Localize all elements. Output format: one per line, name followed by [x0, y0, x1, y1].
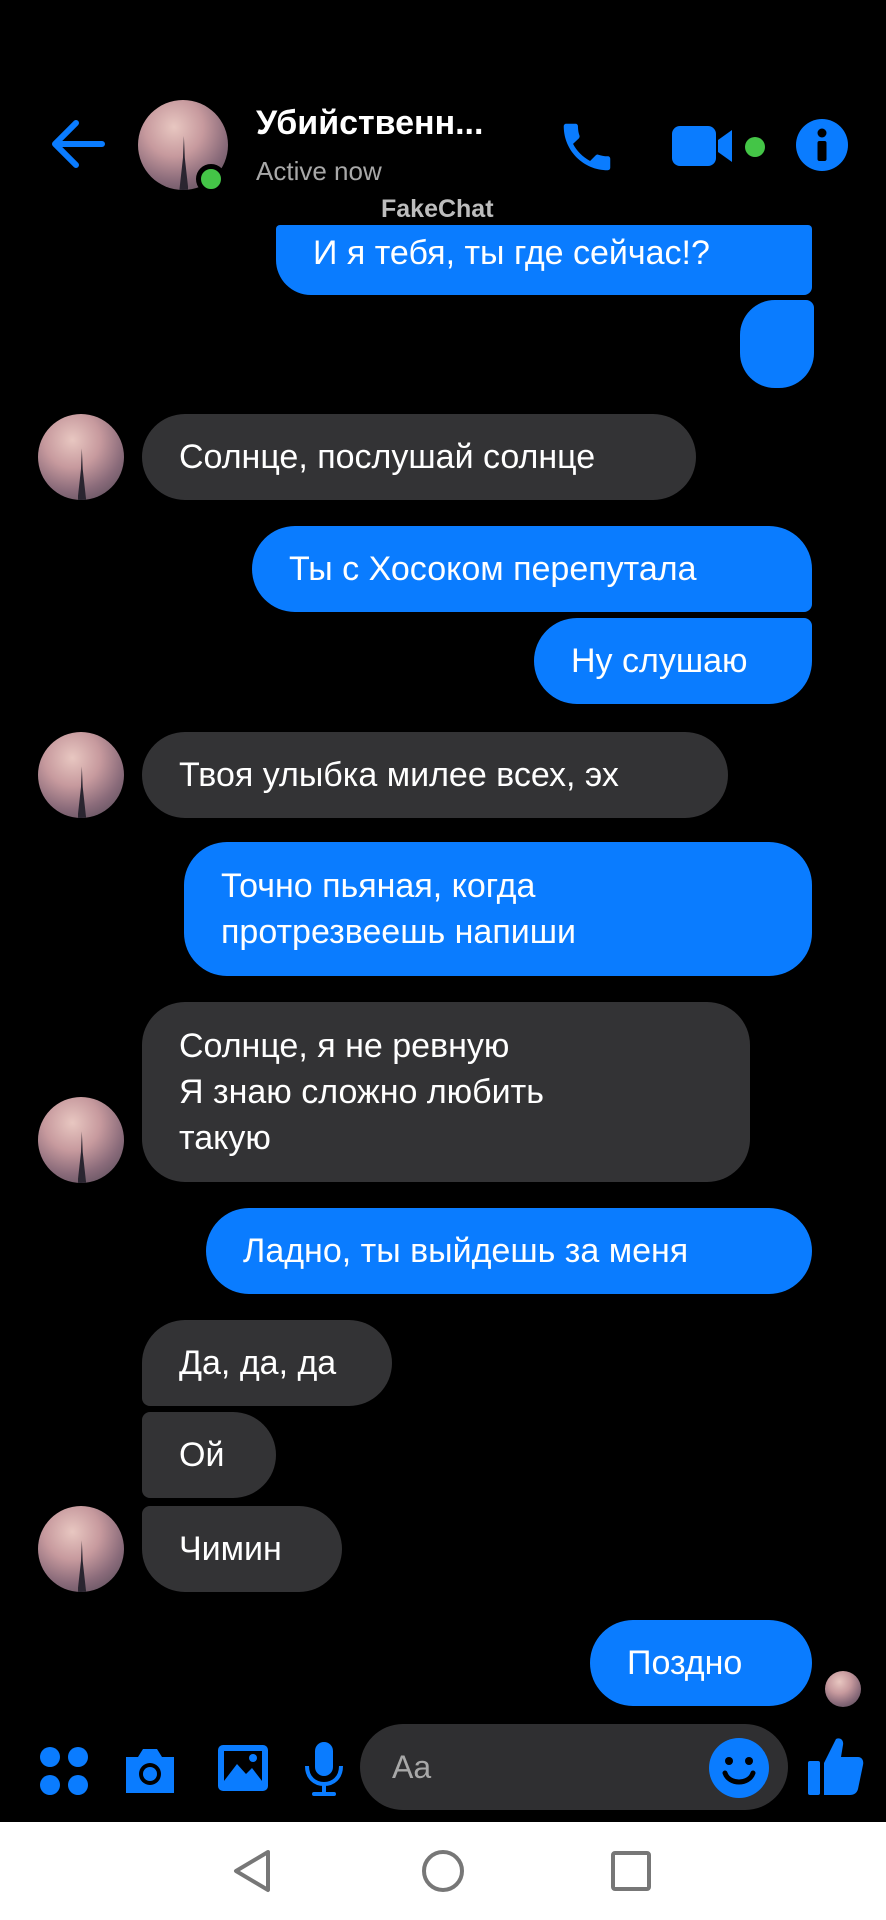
contact-avatar-small [38, 1506, 124, 1592]
back-arrow-icon[interactable] [48, 118, 106, 170]
contact-avatar-small [38, 414, 124, 500]
message-bubble-outgoing[interactable]: Ты с Хосоком перепутала [252, 526, 812, 612]
contact-name[interactable]: Убийственн... [256, 104, 483, 143]
message-bubble-incoming[interactable]: Солнце, послушай солнце [142, 414, 696, 500]
contact-avatar-small [38, 732, 124, 818]
contact-status: Active now [256, 156, 382, 186]
nav-back-icon[interactable] [230, 1848, 274, 1894]
camera-icon[interactable] [122, 1743, 178, 1799]
nav-home-icon[interactable] [420, 1848, 466, 1894]
nav-recent-icon[interactable] [610, 1850, 652, 1892]
message-bubble-outgoing[interactable] [740, 300, 814, 388]
video-active-dot [745, 137, 765, 157]
message-bubble-outgoing[interactable]: Ладно, ты выйдешь за меня [206, 1208, 812, 1294]
microphone-icon[interactable] [302, 1740, 346, 1798]
menu-dots-icon[interactable] [38, 1745, 90, 1797]
message-bubble-incoming[interactable]: Ой [142, 1412, 276, 1498]
phone-icon[interactable] [556, 116, 618, 178]
watermark: FakeChat [381, 195, 494, 223]
message-bubble-incoming[interactable]: Чимин [142, 1506, 342, 1592]
info-icon[interactable] [795, 118, 849, 172]
message-bubble-incoming[interactable]: Солнце, я не ревную Я знаю сложно любить… [142, 1002, 750, 1182]
contact-avatar-small [38, 1097, 124, 1183]
message-bubble-incoming[interactable]: Твоя улыбка милее всех, эх [142, 732, 728, 818]
read-receipt-avatar [825, 1671, 861, 1707]
message-input[interactable] [390, 1747, 694, 1787]
message-bubble-outgoing[interactable]: Точно пьяная, когда протрезвеешь напиши [184, 842, 812, 976]
message-bubble-outgoing[interactable]: И я тебя, ты где сейчас!? [276, 225, 812, 295]
video-camera-icon[interactable] [670, 120, 736, 172]
gallery-icon[interactable] [215, 1740, 271, 1796]
message-bubble-outgoing[interactable]: Поздно [590, 1620, 812, 1706]
message-bubble-outgoing[interactable]: Ну слушаю [534, 618, 812, 704]
message-bubble-incoming[interactable]: Да, да, да [142, 1320, 392, 1406]
thumbs-up-icon[interactable] [806, 1735, 864, 1797]
online-indicator [196, 164, 226, 194]
emoji-icon[interactable] [708, 1737, 770, 1799]
